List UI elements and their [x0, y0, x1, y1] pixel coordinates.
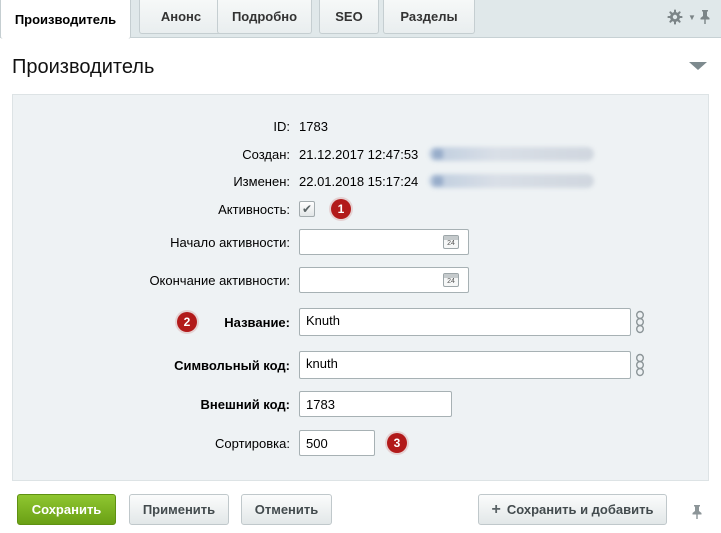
plus-icon: + [491, 500, 501, 518]
marker-badge-3: 3 [387, 433, 407, 453]
sort-label: Сортировка: [215, 435, 290, 451]
apply-button[interactable]: Применить [129, 494, 229, 525]
row-created: Создан: 21.12.2017 12:47:53 [13, 141, 708, 167]
cancel-button[interactable]: Отменить [241, 494, 332, 525]
tab-seo[interactable]: SEO [319, 0, 379, 34]
form-panel: ID: 1783 Создан: 21.12.2017 12:47:53 Изм… [12, 94, 709, 481]
tab-sections[interactable]: Разделы [383, 0, 475, 34]
pin-icon[interactable] [691, 504, 703, 523]
modified-by-user-redacted [429, 174, 594, 188]
row-modified: Изменен: 22.01.2018 15:17:24 [13, 168, 708, 194]
tab-announce[interactable]: Анонс [139, 0, 223, 34]
user-icon [433, 149, 443, 159]
link-icon[interactable] [635, 353, 645, 377]
row-id: ID: 1783 [13, 113, 708, 139]
name-input[interactable]: Knuth [299, 308, 631, 336]
tab-tools: ▼ [659, 0, 721, 34]
external-label: Внешний код: [200, 396, 290, 412]
row-external: Внешний код: 1783 [13, 391, 708, 417]
external-input[interactable]: 1783 [299, 391, 452, 417]
page-title: Производитель [12, 56, 155, 78]
id-label: ID: [273, 118, 290, 134]
save-and-add-button[interactable]: + Сохранить и добавить [478, 494, 667, 525]
sort-input[interactable]: 500 [299, 430, 375, 456]
active-end-label: Окончание активности: [149, 272, 290, 288]
marker-badge-1: 1 [331, 199, 351, 219]
tab-bar: Производитель Анонс Подробно SEO Разделы… [0, 0, 721, 39]
pin-icon[interactable] [699, 9, 711, 25]
chevron-down-icon[interactable]: ▼ [688, 13, 696, 22]
modified-label: Изменен: [233, 173, 290, 189]
row-code: Символьный код: knuth [13, 351, 708, 379]
collapse-arrow-icon[interactable] [689, 62, 707, 70]
active-checkbox[interactable]: ✔ [299, 201, 315, 217]
gear-icon[interactable] [667, 9, 683, 25]
created-by-user-redacted [429, 147, 594, 161]
save-and-add-label: Сохранить и добавить [506, 502, 654, 517]
calendar-icon[interactable]: 24 [443, 273, 459, 287]
code-label: Символьный код: [174, 357, 290, 373]
marker-badge-2: 2 [177, 312, 197, 332]
row-sort: Сортировка: 500 3 [13, 430, 708, 456]
active-start-label: Начало активности: [170, 234, 290, 250]
name-label: Название: [224, 314, 290, 330]
tab-details[interactable]: Подробно [217, 0, 312, 34]
row-active-end: Окончание активности: 24 [13, 267, 708, 293]
tab-manufacturer[interactable]: Производитель [0, 0, 131, 39]
row-name: 2 Название: Knuth [13, 308, 708, 336]
created-label: Создан: [242, 146, 290, 162]
save-button[interactable]: Сохранить [17, 494, 116, 525]
calendar-icon[interactable]: 24 [443, 235, 459, 249]
modified-value: 22.01.2018 15:17:24 [299, 173, 419, 189]
row-active-start: Начало активности: 24 [13, 229, 708, 255]
code-input[interactable]: knuth [299, 351, 631, 379]
row-active: Активность: ✔ 1 [13, 196, 708, 222]
user-icon [433, 176, 443, 186]
check-icon: ✔ [301, 202, 313, 216]
created-value: 21.12.2017 12:47:53 [299, 146, 419, 162]
active-label: Активность: [218, 201, 290, 217]
link-icon[interactable] [635, 310, 645, 334]
id-value: 1783 [299, 118, 328, 134]
